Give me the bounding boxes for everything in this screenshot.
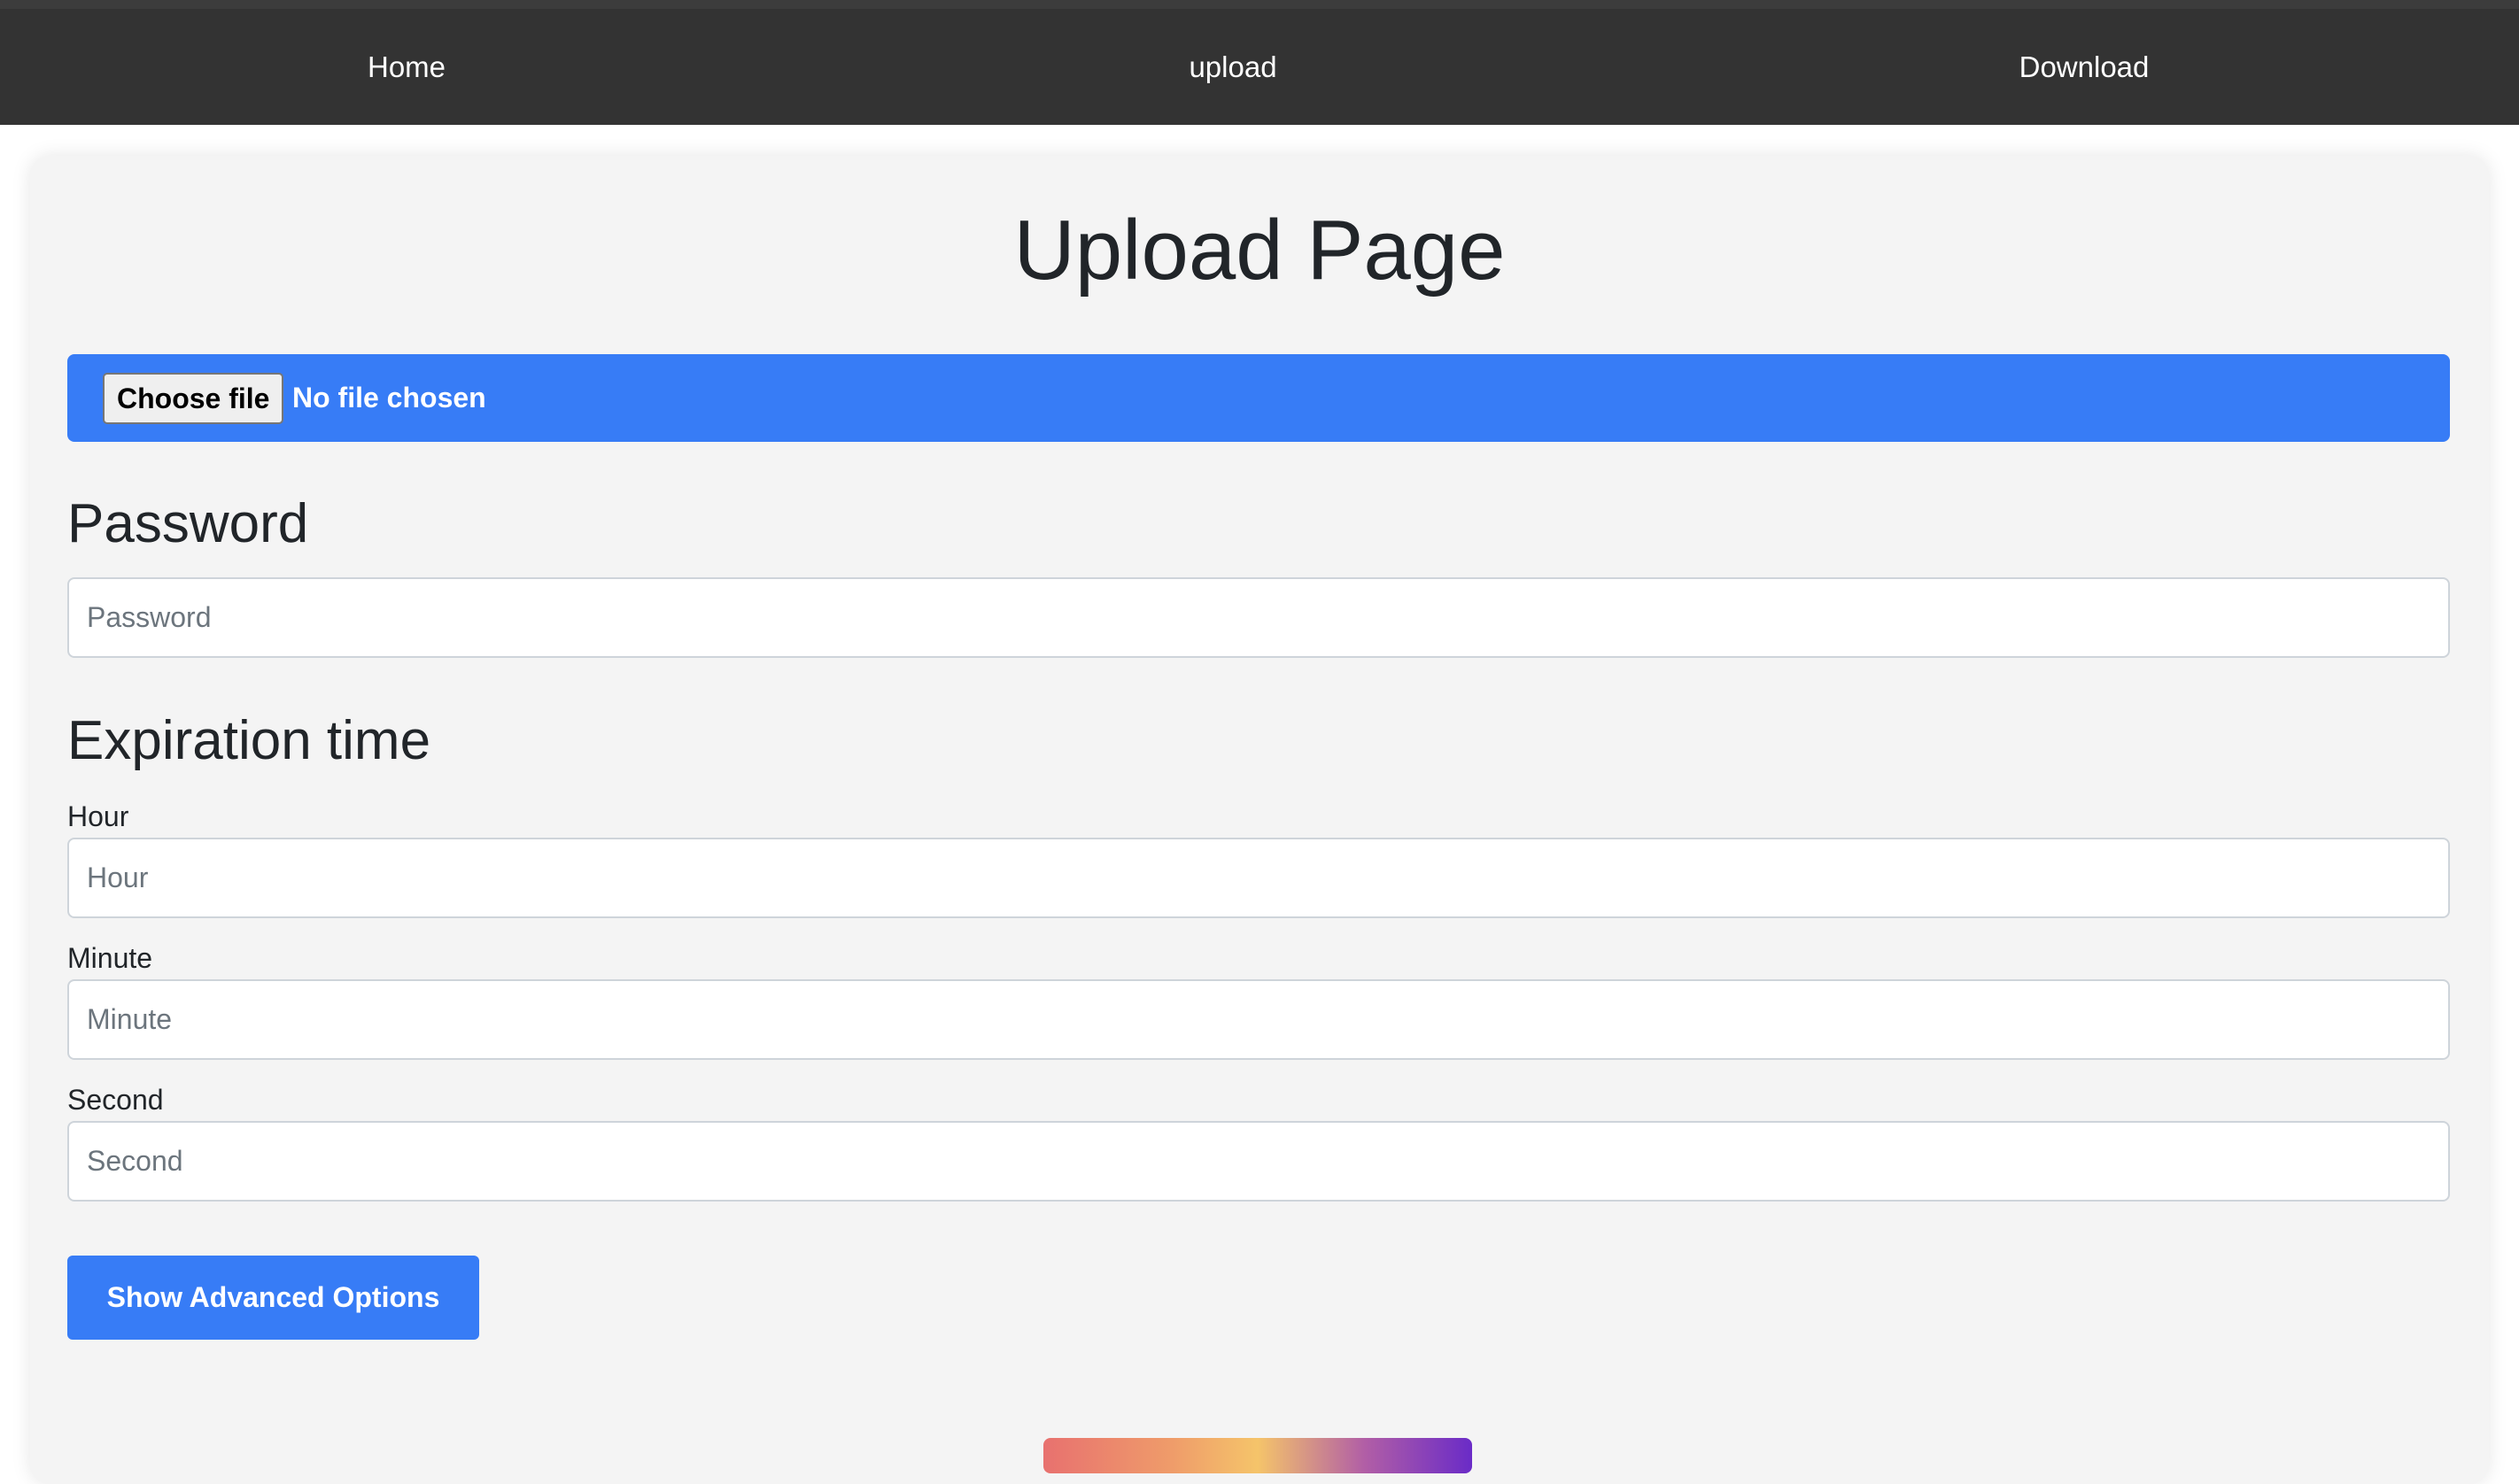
page-title: Upload Page [1013,203,1506,298]
nav-link-download[interactable]: Download [2019,9,2150,125]
file-status-text: No file chosen [292,382,486,414]
second-label: Second [67,1084,164,1116]
show-advanced-options-button[interactable]: Show Advanced Options [67,1256,479,1340]
nav-link-upload[interactable]: upload [1189,9,1276,125]
upload-card: Upload Page Choose file No file chosen P… [30,156,2489,1484]
second-input[interactable] [67,1121,2450,1202]
minute-label: Minute [67,942,153,974]
upload-submit-button[interactable] [1043,1438,1472,1473]
top-navbar: Home upload Download [0,9,2519,125]
expiration-heading: Expiration time [67,710,431,771]
minute-input[interactable] [67,979,2450,1060]
hour-label: Hour [67,800,129,832]
file-input[interactable]: Choose file No file chosen [67,354,2450,442]
password-heading: Password [67,493,309,554]
password-input[interactable] [67,577,2450,658]
window-top-edge [0,0,2519,9]
choose-file-button[interactable]: Choose file [103,373,284,424]
hour-input[interactable] [67,838,2450,918]
nav-link-home[interactable]: Home [368,9,446,125]
